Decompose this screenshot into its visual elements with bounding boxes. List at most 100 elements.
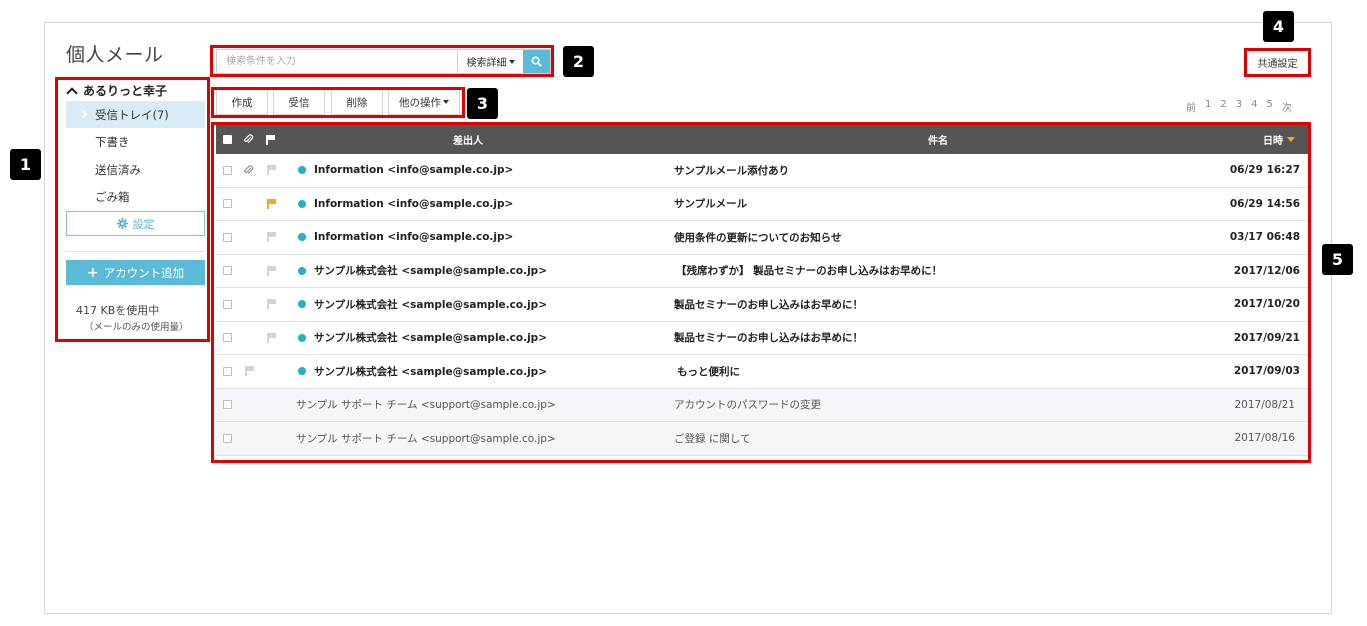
table-row[interactable]: Information <info@sample.co.jp> サンプルメール 06…: [216, 187, 1309, 221]
account-toggle[interactable]: あるりっと幸子: [66, 82, 167, 99]
sender-text: Information <info@sample.co.jp>: [314, 164, 514, 177]
mail-sender: サンプル サポート チーム <support@sample.co.jp>: [296, 389, 556, 422]
mail-sender: Information <info@sample.co.jp>: [298, 188, 513, 221]
sender-text: サンプル株式会社 <sample@sample.co.jp>: [314, 298, 547, 311]
table-row[interactable]: サンプル株式会社 <sample@sample.co.jp> 【残席わずか】 製品…: [216, 254, 1309, 288]
flag-icon[interactable]: [267, 255, 277, 288]
row-checkbox[interactable]: [223, 255, 232, 288]
flag-icon[interactable]: [245, 355, 255, 388]
row-checkbox[interactable]: [223, 422, 232, 455]
select-all-checkbox[interactable]: [223, 125, 232, 154]
pager-page[interactable]: 4: [1251, 99, 1257, 114]
sender-text: サンプル サポート チーム <support@sample.co.jp>: [296, 399, 556, 412]
row-checkbox[interactable]: [223, 322, 232, 355]
row-checkbox[interactable]: [223, 154, 232, 187]
callout-badge-1: 1: [10, 149, 41, 180]
row-checkbox[interactable]: [223, 389, 232, 422]
row-checkbox[interactable]: [223, 188, 232, 221]
add-account-button[interactable]: + アカウント追加: [66, 260, 205, 285]
flag-icon[interactable]: [267, 288, 277, 321]
flag-icon[interactable]: [267, 188, 277, 221]
receive-button[interactable]: 受信: [273, 89, 325, 115]
table-row[interactable]: サンプル株式会社 <sample@sample.co.jp> 製品セミナーのお申し…: [216, 321, 1309, 355]
mail-sender: サンプル サポート チーム <support@sample.co.jp>: [296, 422, 556, 455]
caret-down-icon: [443, 100, 449, 104]
unread-dot-icon: [298, 199, 306, 208]
sender-text: サンプル株式会社 <sample@sample.co.jp>: [314, 332, 547, 345]
sidebar-item-label: 送信済み: [95, 162, 141, 177]
flag-icon[interactable]: [267, 221, 277, 254]
row-checkbox[interactable]: [223, 221, 232, 254]
pager-next[interactable]: 次: [1282, 99, 1292, 114]
sender-text: サンプル サポート チーム <support@sample.co.jp>: [296, 432, 556, 445]
sidebar-item-inbox[interactable]: 受信トレイ(7): [66, 101, 205, 128]
row-checkbox[interactable]: [223, 288, 232, 321]
mail-date: 2017/08/21: [1234, 398, 1295, 411]
more-actions-label: 他の操作: [399, 96, 441, 109]
paperclip-icon: [243, 125, 254, 154]
search-detail-label: 検索詳細: [466, 58, 507, 69]
account-settings-button[interactable]: 設定: [66, 211, 205, 236]
unread-dot-icon: [298, 233, 306, 242]
column-header-subject[interactable]: 件名: [928, 125, 948, 154]
mail-list: Information <info@sample.co.jp> サンプルメール添付…: [216, 154, 1309, 456]
flag-icon[interactable]: [267, 154, 277, 187]
caret-down-icon: [508, 59, 515, 64]
mail-subject: 製品セミナーのお申し込みはお早めに！: [674, 332, 863, 345]
mail-date: 2017/09/21: [1233, 331, 1300, 344]
mail-sender: Information <info@sample.co.jp>: [298, 221, 513, 254]
account-settings-label: 設定: [132, 217, 155, 231]
mail-date: 06/29 14:56: [1229, 197, 1300, 210]
sidebar-item-sent[interactable]: 送信済み: [66, 156, 205, 183]
pager-page[interactable]: 2: [1220, 99, 1226, 114]
mail-subject: サンプルメール添付あり: [674, 164, 790, 177]
table-row[interactable]: Information <info@sample.co.jp> 使用条件の更新につ…: [216, 221, 1309, 255]
pager-page[interactable]: 1: [1205, 99, 1211, 114]
sidebar-item-label: 下書き: [95, 134, 130, 149]
mail-sender: Information <info@sample.co.jp>: [298, 154, 513, 187]
sidebar-item-drafts[interactable]: 下書き: [66, 128, 205, 155]
pager-prev[interactable]: 前: [1186, 99, 1196, 114]
callout-badge-3: 3: [467, 88, 498, 119]
search-detail-dropdown[interactable]: 検索詳細: [457, 50, 523, 73]
column-header-from[interactable]: 差出人: [453, 125, 483, 154]
search-button[interactable]: [523, 50, 550, 73]
table-row[interactable]: Information <info@sample.co.jp> サンプルメール添付…: [216, 154, 1309, 188]
unread-dot-icon: [298, 333, 306, 342]
mail-sender: サンプル株式会社 <sample@sample.co.jp>: [298, 255, 547, 288]
sidebar-item-trash[interactable]: ごみ箱: [66, 183, 205, 210]
pager-page[interactable]: 3: [1236, 99, 1242, 114]
table-row[interactable]: サンプル サポート チーム <support@sample.co.jp> アカウン…: [216, 388, 1309, 422]
column-header-date[interactable]: 日時: [1263, 125, 1295, 154]
mail-date: 2017/10/20: [1233, 298, 1300, 311]
row-checkbox[interactable]: [223, 355, 232, 388]
search-input[interactable]: [217, 50, 457, 73]
sort-desc-icon: [1287, 137, 1295, 142]
flag-icon[interactable]: [267, 322, 277, 355]
common-settings-link[interactable]: 共通設定: [1248, 52, 1307, 72]
mail-sender: サンプル株式会社 <sample@sample.co.jp>: [298, 355, 547, 388]
flag-icon: [266, 125, 276, 154]
unread-dot-icon: [298, 367, 306, 376]
search-icon: [531, 56, 542, 67]
table-row[interactable]: サンプル サポート チーム <support@sample.co.jp> ご登録 …: [216, 422, 1309, 456]
storage-usage-note: （メールのみの使用量）: [84, 322, 189, 333]
sender-text: サンプル株式会社 <sample@sample.co.jp>: [314, 265, 547, 278]
mail-subject: 製品セミナーのお申し込みはお早めに！: [674, 298, 863, 311]
pager-page[interactable]: 5: [1267, 99, 1273, 114]
callout-badge-4: 4: [1263, 11, 1294, 42]
account-name: あるりっと幸子: [83, 84, 168, 98]
delete-button[interactable]: 削除: [331, 89, 383, 115]
more-actions-dropdown[interactable]: 他の操作: [388, 89, 460, 115]
table-row[interactable]: サンプル株式会社 <sample@sample.co.jp> もっと便利に 2017…: [216, 355, 1309, 389]
table-row[interactable]: サンプル株式会社 <sample@sample.co.jp> 製品セミナーのお申し…: [216, 288, 1309, 322]
pagination: 前 1 2 3 4 5 次: [1186, 99, 1292, 114]
mail-subject: ご登録 に関して: [674, 432, 751, 445]
compose-button[interactable]: 作成: [216, 89, 268, 115]
mail-date: 2017/12/06: [1233, 264, 1300, 277]
search-bar: 検索詳細: [216, 49, 551, 74]
mail-date: 2017/09/03: [1233, 365, 1300, 378]
mail-sender: サンプル株式会社 <sample@sample.co.jp>: [298, 288, 547, 321]
page-title: 個人メール: [66, 44, 164, 66]
unread-dot-icon: [298, 300, 306, 309]
